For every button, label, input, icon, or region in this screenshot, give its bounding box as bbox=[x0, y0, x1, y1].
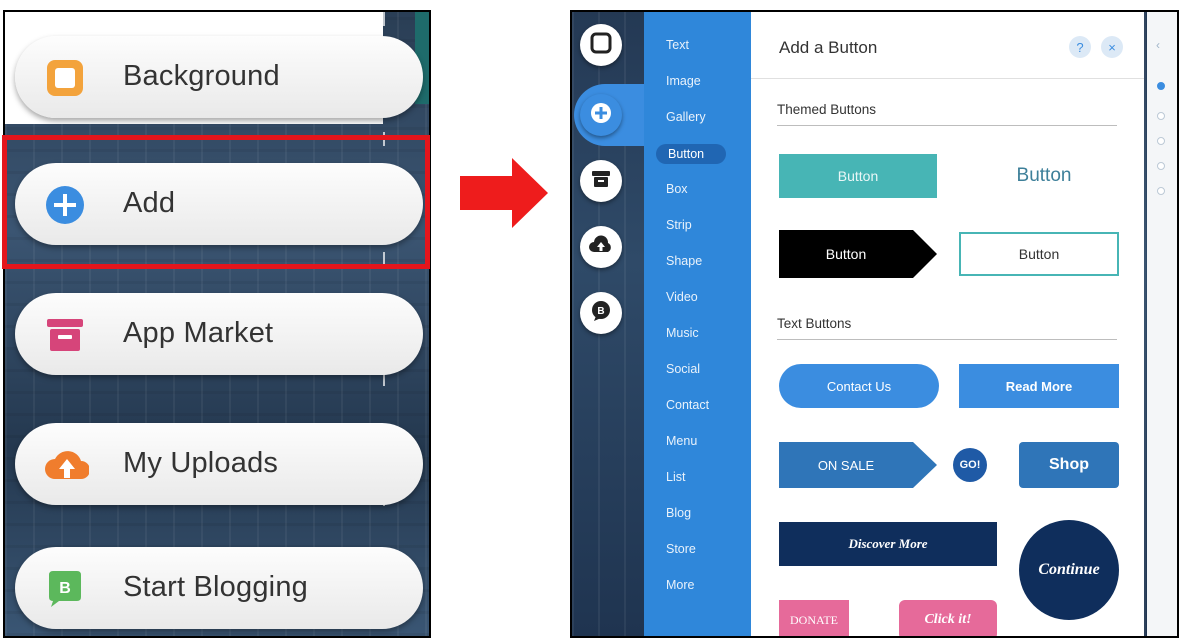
panel-title: Add a Button bbox=[779, 38, 878, 57]
add-panel-screenshot: B Text Image Gallery Button Box Strip Sh… bbox=[570, 10, 1179, 638]
scroll-dot[interactable] bbox=[1157, 162, 1165, 170]
chevron-left-icon[interactable]: ‹ bbox=[1156, 38, 1160, 52]
svg-text:B: B bbox=[597, 306, 604, 317]
svg-text:B: B bbox=[59, 580, 71, 597]
category-more[interactable]: More bbox=[666, 578, 694, 592]
add-button[interactable] bbox=[580, 94, 622, 136]
text-button-go[interactable]: GO! bbox=[953, 448, 987, 482]
scroll-dot[interactable] bbox=[1157, 187, 1165, 195]
menu-item-label: Background bbox=[123, 60, 280, 92]
section-heading: Text Buttons bbox=[777, 316, 852, 331]
cloud-upload-icon bbox=[589, 234, 613, 261]
scroll-dot[interactable] bbox=[1157, 137, 1165, 145]
text-button-continue[interactable]: Continue bbox=[1019, 520, 1119, 620]
store-icon bbox=[590, 168, 612, 195]
section-divider bbox=[777, 339, 1117, 340]
category-shape[interactable]: Shape bbox=[666, 254, 702, 268]
store-icon bbox=[45, 315, 85, 355]
menu-item-label: My Uploads bbox=[123, 447, 279, 479]
category-gallery[interactable]: Gallery bbox=[666, 110, 706, 124]
themed-button-teal-outline[interactable]: Button bbox=[959, 232, 1119, 276]
app-market-menu-item[interactable]: App Market bbox=[15, 293, 423, 375]
square-outline-icon bbox=[45, 58, 85, 98]
category-image[interactable]: Image bbox=[666, 74, 701, 88]
cloud-upload-icon bbox=[45, 445, 90, 485]
section-divider bbox=[777, 125, 1117, 126]
category-store[interactable]: Store bbox=[666, 542, 696, 556]
app-market-button[interactable] bbox=[580, 160, 622, 202]
category-box[interactable]: Box bbox=[666, 182, 688, 196]
left-add-menu: Background Add App Market My Uploads B S… bbox=[3, 10, 431, 638]
category-text[interactable]: Text bbox=[666, 38, 689, 52]
category-video[interactable]: Video bbox=[666, 290, 698, 304]
background-menu-item[interactable]: Background bbox=[15, 36, 423, 118]
category-strip[interactable]: Strip bbox=[666, 218, 692, 232]
right-arrow-icon bbox=[460, 158, 550, 228]
my-uploads-menu-item[interactable]: My Uploads bbox=[15, 423, 423, 505]
close-button[interactable]: × bbox=[1101, 36, 1123, 58]
category-button[interactable]: Button bbox=[656, 144, 726, 164]
square-outline-icon bbox=[590, 32, 612, 59]
blog-button[interactable]: B bbox=[580, 292, 622, 334]
category-social[interactable]: Social bbox=[666, 362, 700, 376]
button-gallery: Add a Button ? × Themed Buttons Button B… bbox=[751, 12, 1144, 636]
text-button-donate[interactable]: DONATE bbox=[779, 600, 849, 636]
editor-icon-bar: B bbox=[574, 12, 646, 636]
highlight-box bbox=[2, 135, 430, 269]
blog-chat-icon: B bbox=[590, 300, 612, 327]
start-blogging-menu-item[interactable]: B Start Blogging bbox=[15, 547, 423, 629]
blog-chat-icon: B bbox=[45, 569, 85, 609]
scroll-dot-active[interactable] bbox=[1157, 82, 1165, 90]
category-blog[interactable]: Blog bbox=[666, 506, 691, 520]
text-button-discover-more[interactable]: Discover More bbox=[779, 522, 997, 566]
text-button-read-more[interactable]: Read More bbox=[959, 364, 1119, 408]
themed-button-black-arrow[interactable]: Button bbox=[779, 230, 913, 278]
category-list: Text Image Gallery Button Box Strip Shap… bbox=[644, 12, 751, 636]
plus-circle-icon bbox=[590, 102, 612, 129]
uploads-button[interactable] bbox=[580, 226, 622, 268]
background-button[interactable] bbox=[580, 24, 622, 66]
section-heading: Themed Buttons bbox=[777, 102, 877, 117]
text-button-contact-us[interactable]: Contact Us bbox=[779, 364, 939, 408]
scroll-dot[interactable] bbox=[1157, 112, 1165, 120]
help-button[interactable]: ? bbox=[1069, 36, 1091, 58]
category-list[interactable]: List bbox=[666, 470, 685, 484]
category-music[interactable]: Music bbox=[666, 326, 699, 340]
menu-item-label: Start Blogging bbox=[123, 571, 308, 603]
text-button-on-sale[interactable]: ON SALE bbox=[779, 442, 913, 488]
themed-button-teal-text[interactable]: Button bbox=[969, 154, 1119, 198]
category-contact[interactable]: Contact bbox=[666, 398, 709, 412]
themed-button-teal-filled[interactable]: Button bbox=[779, 154, 937, 198]
title-divider bbox=[751, 78, 1144, 79]
category-menu[interactable]: Menu bbox=[666, 434, 697, 448]
menu-item-label: App Market bbox=[123, 317, 274, 349]
scroll-indicator[interactable]: ‹ bbox=[1147, 12, 1177, 636]
text-button-click-it[interactable]: Click it! bbox=[899, 600, 997, 636]
text-button-shop[interactable]: Shop bbox=[1019, 442, 1119, 488]
